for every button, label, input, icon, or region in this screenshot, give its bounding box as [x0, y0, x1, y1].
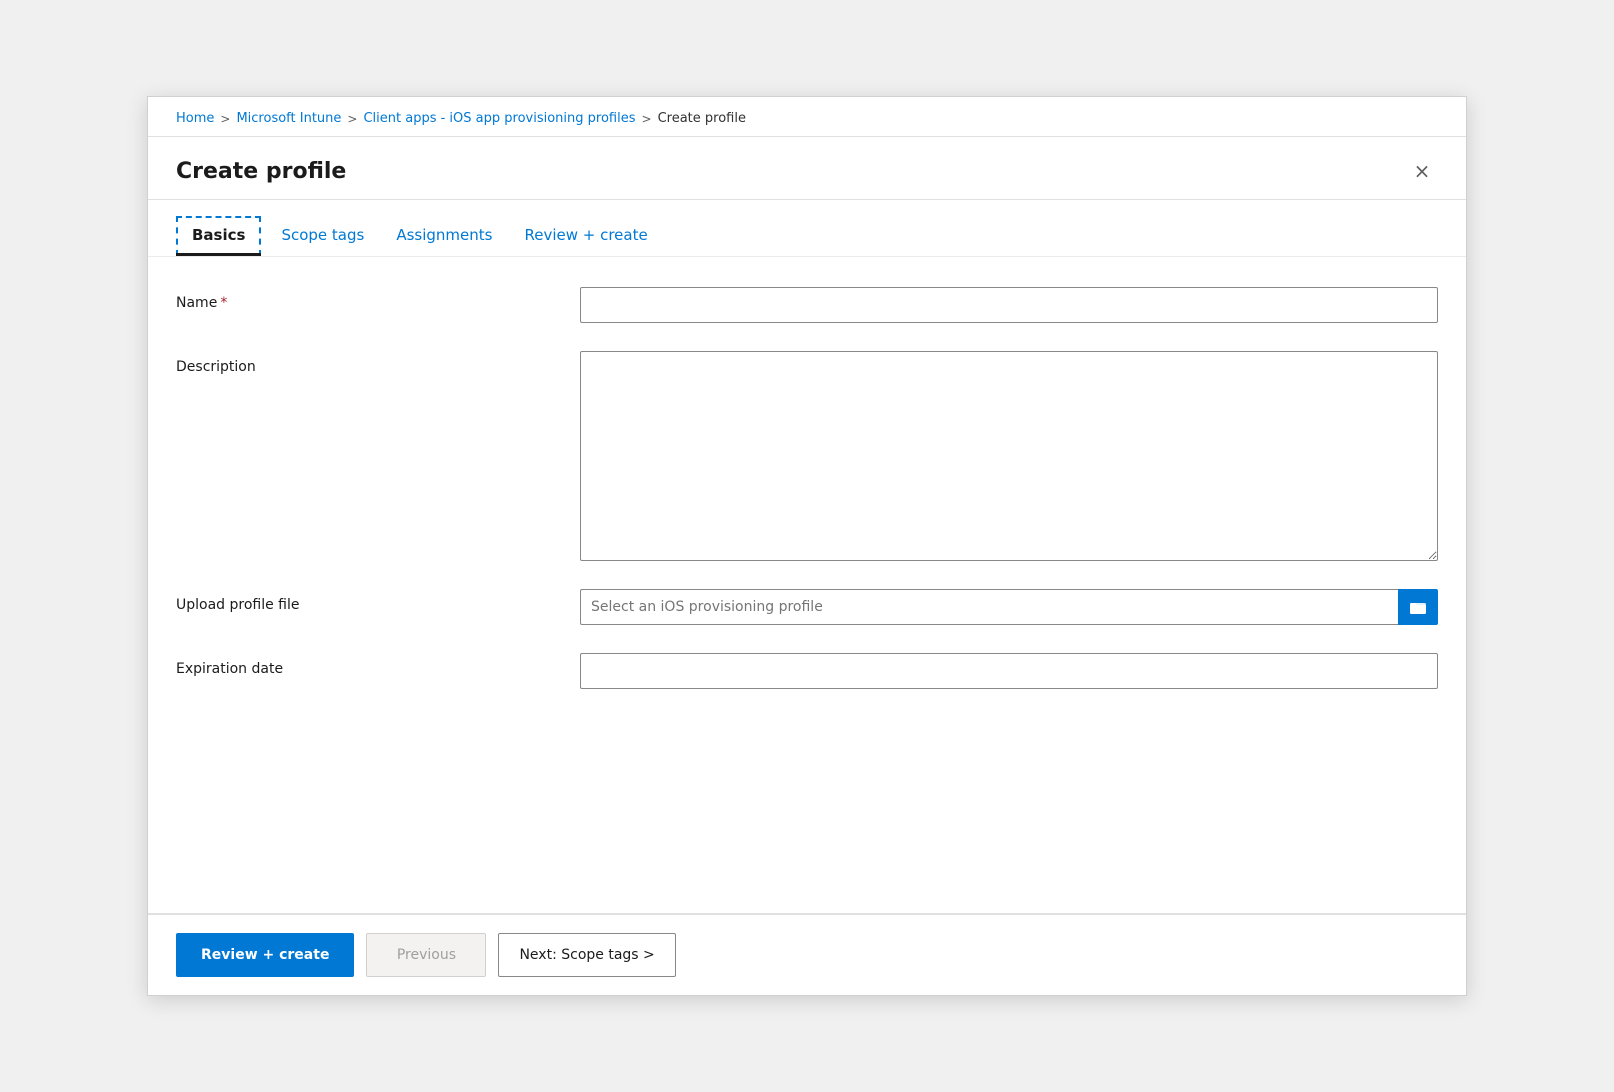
description-input[interactable]	[580, 351, 1438, 561]
breadcrumb-home[interactable]: Home	[176, 111, 214, 126]
breadcrumb-sep-3: >	[642, 112, 652, 126]
breadcrumb-intune[interactable]: Microsoft Intune	[236, 111, 341, 126]
panel-header: Create profile ×	[148, 137, 1466, 200]
close-button[interactable]: ×	[1406, 155, 1438, 187]
panel-title: Create profile	[176, 159, 346, 184]
breadcrumb-sep-1: >	[220, 112, 230, 126]
upload-label: Upload profile file	[176, 589, 556, 613]
tab-assignments[interactable]: Assignments	[380, 216, 508, 256]
name-label: Name*	[176, 287, 556, 311]
folder-icon	[1409, 598, 1427, 616]
breadcrumb-sep-2: >	[347, 112, 357, 126]
tab-basics[interactable]: Basics	[176, 216, 261, 256]
tab-scope-tags[interactable]: Scope tags	[265, 216, 380, 256]
tabs-container: Basics Scope tags Assignments Review + c…	[148, 216, 1466, 257]
previous-button: Previous	[366, 933, 486, 977]
required-indicator: *	[220, 295, 227, 311]
expiration-label: Expiration date	[176, 653, 556, 677]
name-row: Name*	[176, 287, 1438, 323]
description-label: Description	[176, 351, 556, 375]
upload-button[interactable]	[1398, 589, 1438, 625]
form-content: Name* Description Upload profile file	[148, 257, 1466, 913]
breadcrumb-current: Create profile	[658, 111, 746, 126]
expiration-input[interactable]	[580, 653, 1438, 689]
review-create-button[interactable]: Review + create	[176, 933, 354, 977]
footer-bar: Review + create Previous Next: Scope tag…	[148, 913, 1466, 995]
breadcrumb: Home > Microsoft Intune > Client apps - …	[148, 97, 1466, 137]
breadcrumb-client-apps[interactable]: Client apps - iOS app provisioning profi…	[363, 111, 635, 126]
tab-review-create[interactable]: Review + create	[508, 216, 663, 256]
expiration-row: Expiration date	[176, 653, 1438, 689]
next-button[interactable]: Next: Scope tags >	[498, 933, 675, 977]
upload-input[interactable]	[580, 589, 1398, 625]
create-profile-modal: Home > Microsoft Intune > Client apps - …	[147, 96, 1467, 996]
upload-row: Upload profile file	[176, 589, 1438, 625]
upload-control	[580, 589, 1438, 625]
name-input[interactable]	[580, 287, 1438, 323]
description-row: Description	[176, 351, 1438, 561]
